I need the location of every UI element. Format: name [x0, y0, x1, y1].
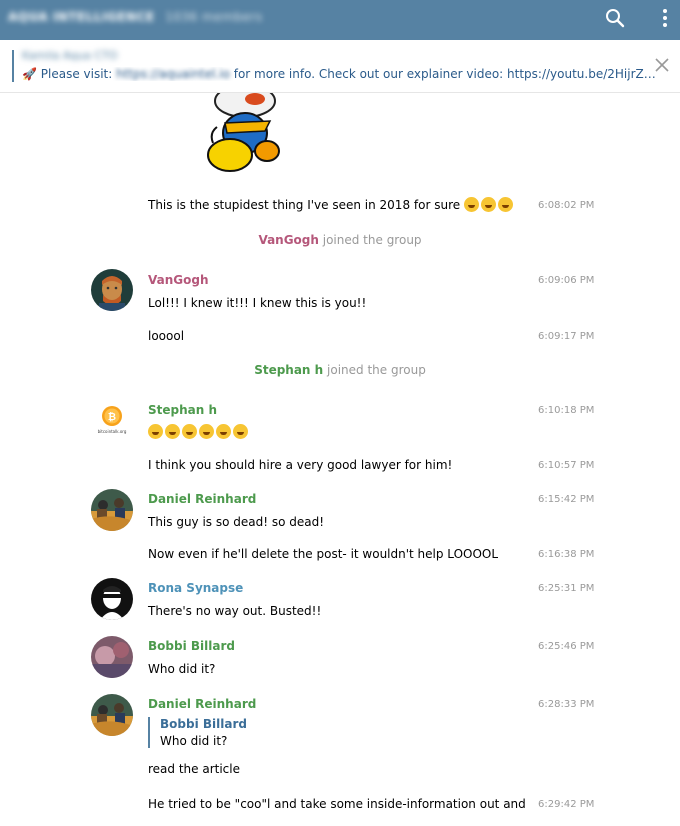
message-author[interactable]: Stephan h	[148, 403, 217, 417]
pinned-message[interactable]: Kamila Aqua CTO 🚀 Please visit: https://…	[0, 40, 680, 93]
message-time: 6:25:46 PM	[538, 641, 595, 652]
sweat-smile-emoji-icon	[497, 197, 513, 212]
message-time: 6:15:42 PM	[538, 494, 595, 505]
vangogh-portrait-avatar[interactable]	[91, 269, 133, 311]
svg-text:₿: ₿	[108, 411, 116, 423]
message-time: 6:16:38 PM	[538, 549, 595, 560]
message-time: 6:29:42 PM	[538, 799, 595, 810]
bitcoin-logo-avatar[interactable]: ₿ bitcointalk.org	[91, 399, 133, 441]
message-list[interactable]: This is the stupidest thing I've seen in…	[0, 93, 680, 826]
message-time: 6:25:31 PM	[538, 583, 595, 594]
pinned-author: Kamila Aqua CTO	[22, 49, 118, 62]
service-user[interactable]: Stephan h	[254, 363, 323, 377]
message-time: 6:28:33 PM	[538, 699, 595, 710]
sweat-smile-emoji-icon	[480, 197, 496, 212]
laughing-emoji-icon	[148, 424, 163, 439]
chat-header: AQUA INTELLIGENCE 1036 members	[0, 0, 680, 40]
message-text[interactable]: This is the stupidest thing I've seen in…	[148, 197, 515, 212]
message-author[interactable]: Daniel Reinhard	[148, 697, 256, 711]
joy-emoji-icon	[233, 424, 248, 439]
member-count: 1036 members	[165, 10, 263, 24]
message-text[interactable]: looool	[148, 329, 184, 343]
message-time: 6:08:02 PM	[538, 200, 595, 211]
message-text[interactable]: Who did it?	[148, 662, 215, 676]
service-message: Stephan h joined the group	[0, 363, 680, 377]
grin-emoji-icon	[216, 424, 231, 439]
message-time: 6:10:18 PM	[538, 405, 595, 416]
more-vertical-icon[interactable]	[655, 6, 675, 30]
reply-author: Bobbi Billard	[160, 717, 247, 731]
message-text[interactable]: read the article	[148, 762, 240, 776]
sweat-smile-emoji-icon	[463, 197, 479, 212]
service-message: VanGogh joined the group	[0, 233, 680, 247]
grin-emoji-icon	[182, 424, 197, 439]
message-time: 6:09:17 PM	[538, 331, 595, 342]
message-text[interactable]: This guy is so dead! so dead!	[148, 515, 324, 529]
service-user[interactable]: VanGogh	[258, 233, 319, 247]
anonymous-mask-avatar[interactable]	[91, 578, 133, 620]
message-author[interactable]: VanGogh	[148, 273, 209, 287]
cartoon-sticker[interactable]	[195, 93, 295, 181]
group-name: AQUA INTELLIGENCE	[8, 10, 155, 24]
message-text[interactable]: He tried to be "coo"l and take some insi…	[148, 797, 526, 811]
chat-title[interactable]: AQUA INTELLIGENCE 1036 members	[8, 10, 263, 24]
pinned-rest: for more info. Check out our explainer v…	[229, 67, 658, 81]
service-action: joined the group	[318, 233, 422, 247]
service-action: joined the group	[323, 363, 426, 377]
painting-avatar[interactable]	[91, 694, 133, 736]
message-text[interactable]: There's no way out. Busted!!	[148, 604, 321, 618]
reply-quote[interactable]: Bobbi Billard Who did it?	[148, 717, 247, 748]
pinned-text: 🚀 Please visit: https://aquaintel.io for…	[22, 67, 658, 81]
message-text[interactable]: Lol!!! I knew it!!! I knew this is you!!	[148, 296, 366, 310]
message-time: 6:09:06 PM	[538, 275, 595, 286]
pinned-url[interactable]: https://aquaintel.io	[116, 67, 230, 81]
message-author[interactable]: Bobbi Billard	[148, 639, 235, 653]
reply-text: Who did it?	[160, 734, 228, 748]
joy-emoji-icon	[165, 424, 180, 439]
search-icon[interactable]	[603, 6, 627, 30]
pinned-prefix: 🚀 Please visit:	[22, 67, 117, 81]
message-text[interactable]: Now even if he'll delete the post- it wo…	[148, 547, 498, 561]
painting-avatar[interactable]	[91, 489, 133, 531]
message-text[interactable]: I think you should hire a very good lawy…	[148, 458, 452, 472]
emoji-message[interactable]	[148, 424, 250, 439]
message-body: This is the stupidest thing I've seen in…	[148, 198, 461, 212]
message-author[interactable]: Daniel Reinhard	[148, 492, 256, 506]
pinned-accent-bar	[12, 50, 14, 82]
message-author[interactable]: Rona Synapse	[148, 581, 243, 595]
joy-emoji-icon	[199, 424, 214, 439]
message-time: 6:10:57 PM	[538, 460, 595, 471]
close-icon[interactable]	[653, 56, 671, 74]
photo-avatar[interactable]	[91, 636, 133, 678]
avatar-caption: bitcointalk.org	[98, 429, 127, 434]
